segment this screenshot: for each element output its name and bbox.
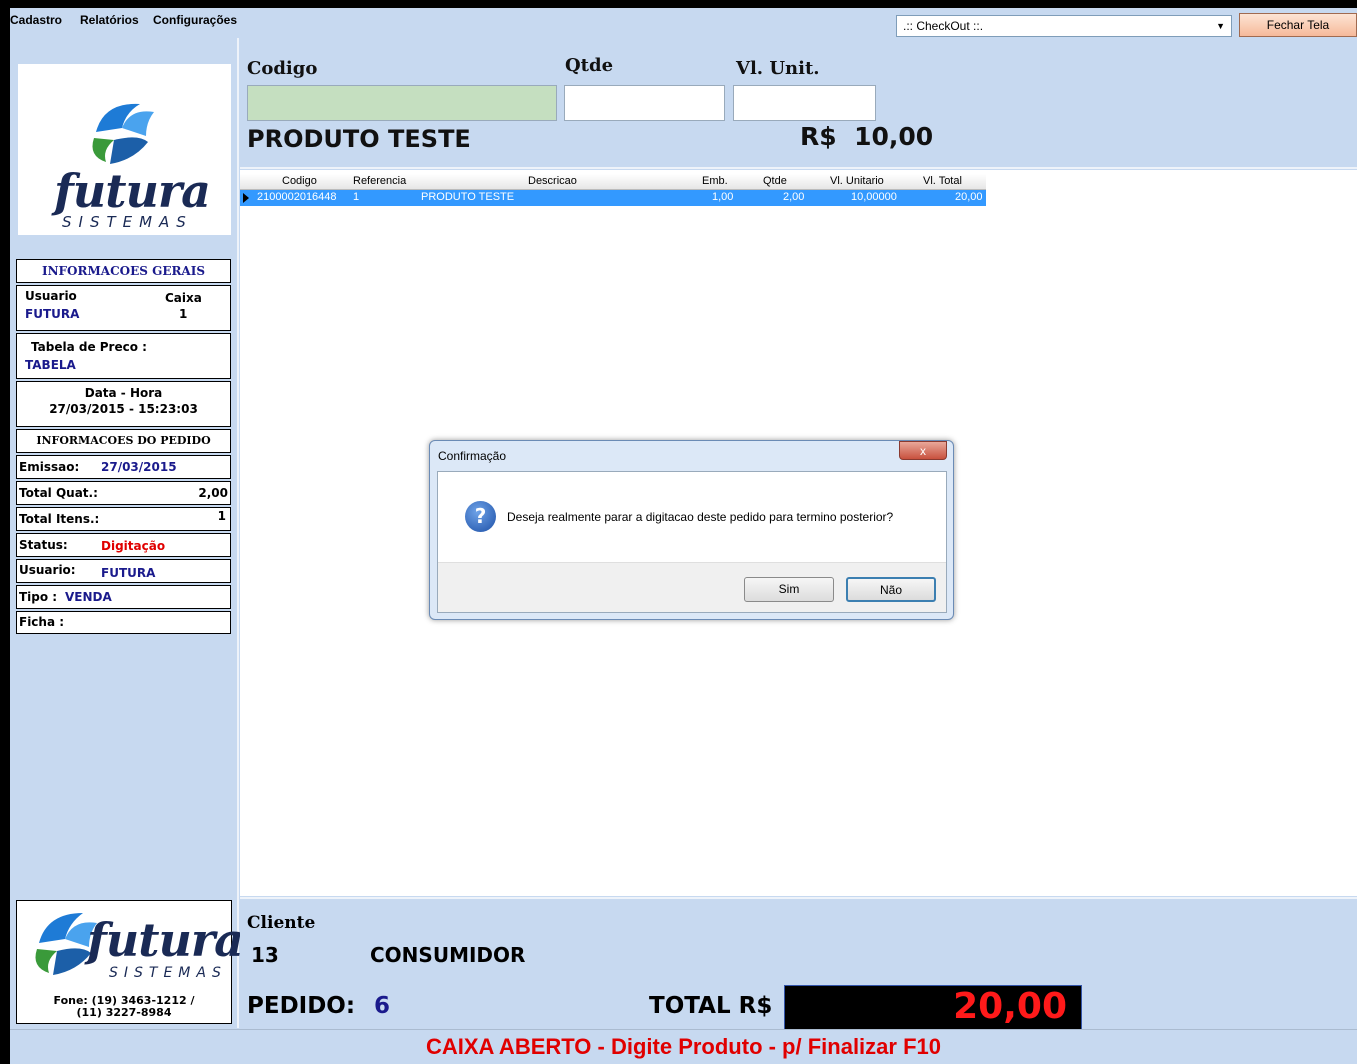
total-qty-label: Total Quat.:: [19, 486, 98, 500]
close-icon[interactable]: x: [899, 441, 947, 460]
logo-sub-bottom: SISTEMAS: [109, 965, 227, 981]
qty-input[interactable]: [564, 85, 725, 121]
unit-price-input[interactable]: [733, 85, 876, 121]
checkout-select[interactable]: .:: CheckOut ::. ▼: [896, 15, 1232, 37]
price-currency: R$: [800, 122, 837, 151]
col-header-emb[interactable]: Emb.: [702, 175, 728, 187]
main-window: Cadastro Relatórios Configurações .:: Ch…: [10, 8, 1357, 1064]
order-info-title: INFORMACOES DO PEDIDO: [16, 429, 231, 453]
question-icon: ?: [465, 501, 496, 532]
col-header-codigo[interactable]: Codigo: [282, 175, 317, 187]
dialog-body: ? Deseja realmente parar a digitacao des…: [437, 471, 947, 613]
general-info-title: INFORMACOES GERAIS: [16, 259, 231, 283]
cell-codigo: 2100002016448: [257, 191, 337, 203]
total-display: 20,00: [784, 985, 1082, 1031]
emission-box: Emissao: 27/03/2015: [16, 455, 231, 479]
col-header-qtde[interactable]: Qtde: [763, 175, 787, 187]
col-header-descricao[interactable]: Descricao: [528, 175, 577, 187]
menu-relatorios[interactable]: Relatórios: [80, 13, 139, 27]
confirmation-dialog: Confirmação x ? Deseja realmente parar a…: [429, 440, 954, 620]
emission-label: Emissao:: [19, 460, 80, 474]
sidebar: futura SISTEMAS INFORMACOES GERAIS Usuar…: [10, 38, 239, 1028]
total-qty-box: Total Quat.: 2,00: [16, 481, 231, 505]
menu-bar: Cadastro Relatórios Configurações .:: Ch…: [10, 8, 1357, 38]
code-input[interactable]: [247, 85, 557, 121]
total-items-box: Total Itens.: 1: [16, 507, 231, 531]
logo-sub: SISTEMAS: [62, 213, 193, 231]
order-user-label: Usuario:: [19, 563, 76, 577]
order-user-box: Usuario: FUTURA: [16, 559, 231, 583]
company-logo-bottom: futura SISTEMAS Fone: (19) 3463-1212 / (…: [16, 900, 244, 1024]
total-label: TOTAL R$: [649, 993, 773, 1019]
status-label: Status:: [19, 538, 68, 552]
emission-value: 27/03/2015: [101, 460, 177, 474]
order-number: 6: [374, 993, 391, 1019]
user-box: Usuario FUTURA Caixa 1: [16, 285, 231, 331]
user-label: Usuario: [25, 289, 77, 303]
phone-line-2: (11) 3227-8984: [76, 1006, 172, 1019]
datetime-label: Data - Hora: [84, 386, 163, 400]
close-screen-button[interactable]: Fechar Tela: [1239, 13, 1357, 37]
ficha-label: Ficha :: [19, 615, 65, 629]
logo-brand: futura: [54, 164, 211, 218]
datetime-value: 27/03/2015 - 15:23:03: [49, 402, 198, 416]
total-items-label: Total Itens.:: [19, 512, 100, 526]
client-code: 13: [251, 943, 279, 967]
type-value: VENDA: [65, 590, 112, 604]
unit-price-label: Vl. Unit.: [736, 58, 820, 79]
dialog-message: Deseja realmente parar a digitacao deste…: [507, 510, 894, 524]
cell-descricao: PRODUTO TESTE: [421, 191, 515, 203]
table-row[interactable]: 2100002016448 1 PRODUTO TESTE 1,00 2,00 …: [240, 190, 986, 206]
price-table-value: TABELA: [25, 358, 76, 372]
col-header-vl-unitario[interactable]: Vl. Unitario: [830, 175, 884, 187]
client-name: CONSUMIDOR: [370, 943, 526, 967]
user-value: FUTURA: [25, 307, 80, 321]
menu-configuracoes[interactable]: Configurações: [153, 13, 237, 27]
order-user-value: FUTURA: [101, 566, 156, 580]
status-value: Digitação: [101, 539, 166, 553]
cell-emb: 1,00: [712, 191, 734, 203]
price-table-label: Tabela de Preco :: [31, 340, 147, 354]
menu-cadastro[interactable]: Cadastro: [10, 13, 62, 27]
type-box: Tipo : VENDA: [16, 585, 231, 609]
code-label: Codigo: [247, 58, 318, 79]
cell-qtde: 2,00: [783, 191, 805, 203]
row-indicator-icon: [243, 193, 249, 203]
price-table-box: Tabela de Preco : TABELA: [16, 333, 231, 379]
status-box: Status: Digitação: [16, 533, 231, 557]
status-bar: CAIXA ABERTO - Digite Produto - p/ Final…: [10, 1029, 1357, 1064]
checkout-select-value: .:: CheckOut ::.: [903, 19, 984, 33]
cashier-value: 1: [179, 307, 188, 321]
cell-vl-total: 20,00: [955, 191, 983, 203]
cashier-label: Caixa: [165, 291, 202, 305]
product-name: PRODUTO TESTE: [247, 125, 471, 153]
cell-vl-unitario: 10,00000: [851, 191, 897, 203]
product-entry-panel: Codigo Qtde Vl. Unit. PRODUTO TESTE R$ 1…: [240, 38, 1357, 169]
cell-referencia: 1: [353, 191, 360, 203]
col-header-vl-total[interactable]: Vl. Total: [923, 175, 962, 187]
dialog-title: Confirmação: [438, 449, 507, 463]
product-price: R$ 10,00: [800, 122, 933, 151]
total-value: 20,00: [953, 986, 1067, 1027]
phone-info: Fone: (19) 3463-1212 / (11) 3227-8984: [17, 995, 231, 1019]
datetime-box: Data - Hora 27/03/2015 - 15:23:03: [16, 381, 231, 427]
order-label: PEDIDO:: [247, 993, 356, 1019]
company-logo: futura SISTEMAS: [18, 64, 231, 235]
total-items-value: 1: [217, 509, 226, 523]
grid-header: Codigo Referencia Descricao Emb. Qtde Vl…: [240, 174, 986, 190]
ficha-box: Ficha :: [16, 611, 231, 634]
no-button[interactable]: Não: [846, 577, 936, 602]
chevron-down-icon: ▼: [1216, 21, 1225, 31]
type-label: Tipo :: [19, 590, 58, 604]
price-value: 10,00: [854, 122, 934, 151]
yes-button[interactable]: Sim: [744, 577, 834, 602]
qty-label: Qtde: [565, 55, 614, 76]
logo-brand-bottom: futura: [87, 913, 244, 967]
total-qty-value: 2,00: [198, 486, 228, 500]
col-header-referencia[interactable]: Referencia: [353, 175, 406, 187]
order-summary-panel: Cliente 13 CONSUMIDOR PEDIDO: 6 TOTAL R$…: [240, 897, 1357, 1031]
client-label: Cliente: [247, 913, 316, 933]
dialog-footer: Sim Não: [438, 562, 946, 612]
